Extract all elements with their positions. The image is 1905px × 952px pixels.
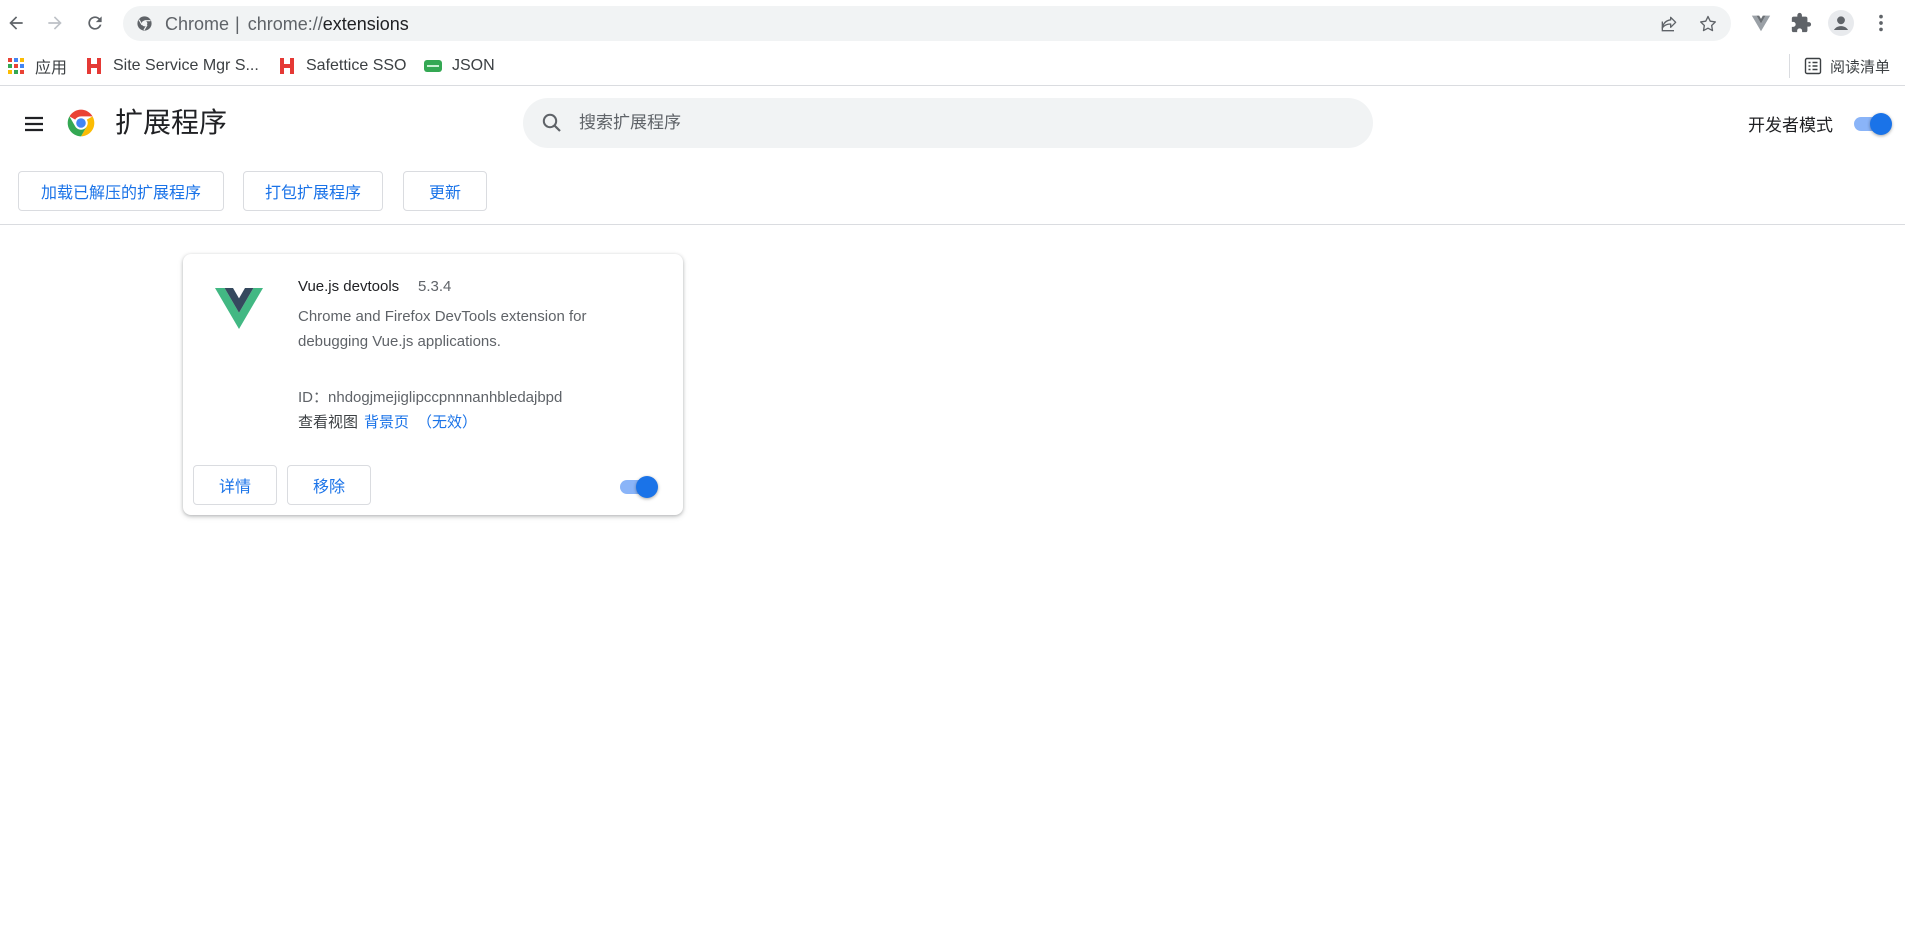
bookmark-safettice-sso[interactable]: Safettice SSO [278, 54, 407, 78]
kebab-menu-icon [1879, 14, 1883, 32]
profile-button[interactable] [1828, 10, 1854, 36]
arrow-left-icon [9, 16, 23, 30]
vue-logo-icon [1751, 15, 1771, 32]
extension-id-value: nhdogjmejiglipccpnnnanhbledajbpd [328, 389, 563, 406]
forward-button[interactable] [40, 8, 70, 38]
h-brand-icon [85, 57, 103, 75]
load-unpacked-button[interactable]: 加载已解压的扩展程序 [18, 171, 224, 211]
bookmark-label: Site Service Mgr S... [113, 57, 259, 74]
search-input[interactable] [579, 98, 1349, 148]
puzzle-icon [1791, 12, 1812, 33]
url-scheme-label: Chrome [165, 14, 230, 34]
extension-card: Vue.js devtools 5.3.4 Chrome and Firefox… [183, 254, 683, 515]
search-icon [542, 113, 561, 132]
url-path: extensions [322, 14, 409, 34]
bookmark-star-button[interactable] [1697, 13, 1719, 35]
share-icon [1661, 16, 1677, 32]
background-page-inactive-link[interactable]: （无效） [417, 414, 477, 431]
reload-button[interactable] [80, 8, 110, 38]
reading-list-label: 阅读清单 [1829, 58, 1890, 76]
url-separator: | [235, 14, 240, 34]
arrow-right-icon [48, 16, 62, 30]
apps-grid-icon [7, 57, 25, 75]
chrome-menu-button[interactable] [1868, 10, 1894, 36]
details-button[interactable]: 详情 [193, 465, 277, 505]
share-button[interactable] [1658, 13, 1680, 35]
bookmark-label: 应用 [35, 60, 68, 77]
main-menu-button[interactable] [20, 110, 48, 138]
extension-name: Vue.js devtools [298, 278, 400, 295]
toggle-knob [636, 476, 658, 498]
bookmark-site-service-mgr[interactable]: Site Service Mgr S... [85, 54, 259, 78]
url-prefix: chrome:// [247, 14, 323, 34]
search-bar[interactable] [523, 98, 1373, 148]
address-bar[interactable]: Chrome | chrome://extensions [123, 6, 1731, 41]
extensions-menu-button[interactable] [1788, 10, 1814, 36]
extension-id-label: ID： [298, 389, 329, 406]
bookmark-label: Safettice SSO [306, 57, 407, 74]
developer-action-bar: 加载已解压的扩展程序 打包扩展程序 更新 [0, 159, 1905, 225]
extension-version: 5.3.4 [418, 278, 452, 295]
reading-list-button[interactable]: 阅读清单 [1788, 54, 1890, 78]
back-button[interactable] [1, 8, 31, 38]
vue-devtools-toolbar-button[interactable] [1748, 10, 1774, 36]
extension-id: ID：nhdogjmejiglipccpnnnanhbledajbpd [298, 386, 562, 407]
background-page-link[interactable]: 背景页 [364, 414, 409, 431]
hamburger-icon [25, 116, 43, 132]
chrome-site-icon [137, 16, 152, 31]
pack-extension-button[interactable]: 打包扩展程序 [243, 171, 383, 211]
developer-mode-label: 开发者模式 [1748, 116, 1833, 135]
page-title: 扩展程序 [115, 107, 228, 138]
reading-list-icon [1804, 57, 1822, 75]
avatar-icon [1828, 10, 1854, 36]
bookmarks-bar: 应用 Site Service Mgr S... Safettice SSO J… [0, 46, 1905, 86]
url-text: Chrome | chrome://extensions [165, 14, 409, 34]
json-icon [424, 57, 442, 75]
bookmark-json[interactable]: JSON [424, 54, 495, 78]
extensions-header: 扩展程序 开发者模式 [0, 87, 1905, 159]
remove-button[interactable]: 移除 [287, 465, 371, 505]
extension-description: Chrome and Firefox DevTools extension fo… [298, 308, 587, 350]
developer-mode-toggle[interactable] [1852, 111, 1892, 135]
update-button[interactable]: 更新 [403, 171, 487, 211]
bookmark-label: JSON [452, 57, 495, 74]
toggle-knob [1870, 113, 1892, 135]
vue-logo-icon [215, 288, 263, 329]
browser-toolbar: Chrome | chrome://extensions [0, 0, 1905, 46]
h-brand-icon [278, 57, 296, 75]
reload-icon [88, 16, 102, 30]
star-icon [1700, 15, 1716, 32]
bookmark-apps[interactable]: 应用 [7, 54, 67, 78]
inspect-views-label: 查看视图 [298, 414, 359, 431]
extension-enable-toggle[interactable] [618, 474, 658, 498]
chrome-logo-icon [67, 109, 95, 137]
inspect-views: 查看视图 背景页 （无效） [298, 411, 477, 432]
